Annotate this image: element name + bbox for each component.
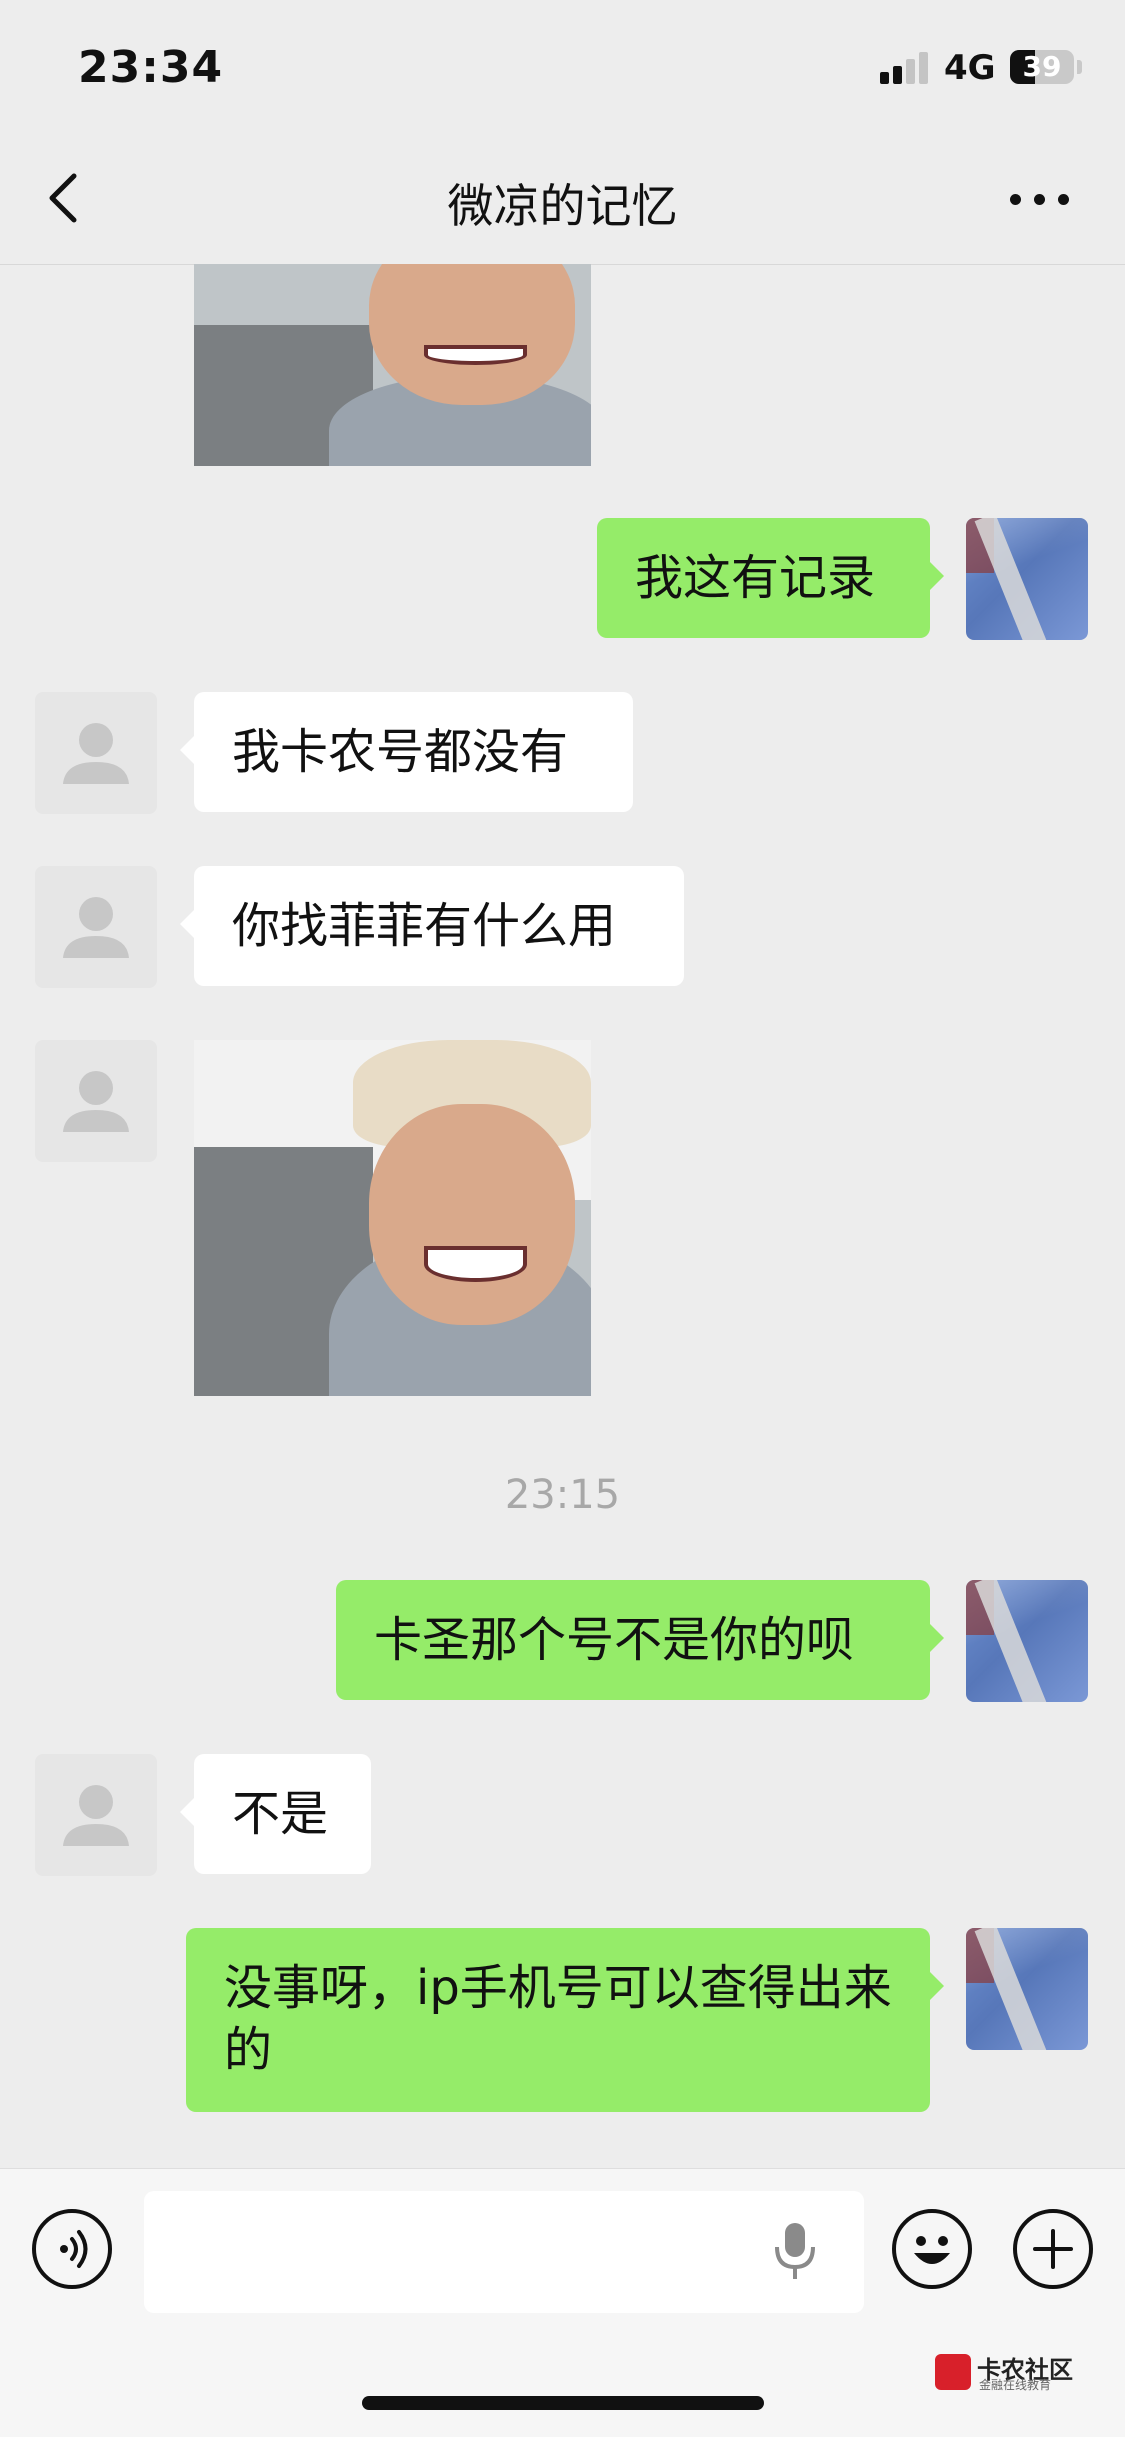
mic-icon xyxy=(775,2223,815,2279)
contact-avatar[interactable] xyxy=(35,1040,157,1162)
signal-icon xyxy=(880,52,928,84)
contact-avatar[interactable] xyxy=(35,1754,157,1876)
message-bubble-other[interactable]: 你找菲菲有什么用 xyxy=(180,866,684,986)
message-timestamp: 23:15 xyxy=(504,1472,621,1518)
status-time: 23:34 xyxy=(78,42,224,93)
sticker-image[interactable] xyxy=(194,264,591,466)
more-dot xyxy=(1058,194,1069,205)
message-bubble-self[interactable]: 卡圣那个号不是你的呗 xyxy=(336,1580,944,1700)
voice-toggle-button[interactable] xyxy=(32,2209,112,2289)
emoji-icon xyxy=(914,2236,950,2264)
battery-icon: 39 xyxy=(1010,50,1074,84)
chat-title: 微凉的记忆 xyxy=(447,179,678,233)
watermark: 卡农社区 金融在线教育 xyxy=(935,2350,1095,2394)
default-user-icon xyxy=(63,723,129,784)
contact-avatar[interactable] xyxy=(35,692,157,814)
self-avatar[interactable] xyxy=(966,1580,1088,1702)
watermark-subtitle: 金融在线教育 xyxy=(979,2378,1052,2392)
plus-icon xyxy=(1033,2229,1073,2269)
emoji-button[interactable] xyxy=(892,2209,972,2289)
message-bubble-other[interactable]: 我卡农号都没有 xyxy=(180,692,633,812)
contact-avatar[interactable] xyxy=(35,866,157,988)
voice-icon xyxy=(60,2230,88,2268)
home-indicator[interactable] xyxy=(362,2396,764,2410)
message-bubble-self[interactable]: 我这有记录 xyxy=(597,518,944,638)
add-button[interactable] xyxy=(1013,2209,1093,2289)
default-user-icon xyxy=(63,1785,129,1846)
battery-cap xyxy=(1077,60,1082,74)
more-dot xyxy=(1010,194,1021,205)
status-bar: 23:34 4G 39 xyxy=(0,0,1125,130)
mic-button[interactable] xyxy=(770,2219,820,2283)
network-type: 4G xyxy=(944,48,996,88)
message-bubble-other[interactable]: 不是 xyxy=(180,1754,371,1874)
more-dot xyxy=(1034,194,1045,205)
more-button[interactable] xyxy=(1010,188,1070,208)
watermark-logo xyxy=(935,2354,971,2390)
message-input[interactable] xyxy=(144,2191,864,2313)
self-avatar[interactable] xyxy=(966,518,1088,640)
self-avatar[interactable] xyxy=(966,1928,1088,2050)
default-user-icon xyxy=(63,1071,129,1132)
sticker-image[interactable] xyxy=(194,1040,591,1396)
battery-level: 39 xyxy=(1022,50,1062,83)
message-bubble-self[interactable]: 没事呀，ip手机号可以查得出来的 xyxy=(186,1928,944,2112)
chat-header: 微凉的记忆 xyxy=(0,130,1125,265)
default-user-icon xyxy=(63,897,129,958)
